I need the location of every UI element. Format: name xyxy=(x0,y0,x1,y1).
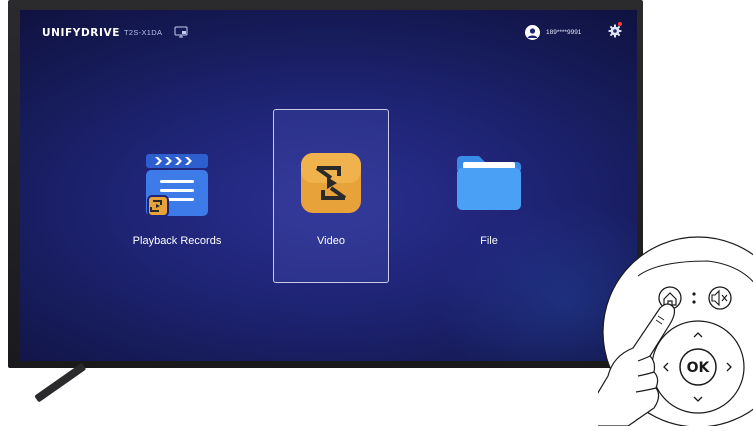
tile-video[interactable]: Video xyxy=(273,109,389,283)
notification-dot xyxy=(618,22,622,26)
playback-records-icon xyxy=(146,154,208,217)
remote-control: OK xyxy=(598,236,753,426)
account-phone[interactable]: 189****9991 xyxy=(546,29,581,36)
tv-stand xyxy=(34,362,87,403)
video-icon xyxy=(301,153,361,213)
tile-label: File xyxy=(480,235,498,247)
device-model: T2S-X1DA xyxy=(124,28,163,37)
tile-label: Playback Records xyxy=(132,235,222,247)
tv-screen: UNIFYDRIVE T2S-X1DA 189****9991 Playback… xyxy=(20,10,637,361)
tv-frame: UNIFYDRIVE T2S-X1DA 189****9991 Playback… xyxy=(8,0,643,368)
tile-playback-records[interactable]: Playback Records xyxy=(119,110,235,282)
brand-logo: UNIFYDRIVE xyxy=(42,27,121,39)
monitor-icon[interactable] xyxy=(174,26,188,38)
top-bar: UNIFYDRIVE T2S-X1DA 189****9991 xyxy=(20,10,637,50)
user-avatar-icon[interactable] xyxy=(525,25,540,40)
folder-icon xyxy=(457,156,521,210)
mute-icon[interactable] xyxy=(708,286,732,310)
ok-label: OK xyxy=(687,360,711,376)
gear-icon[interactable] xyxy=(608,24,622,38)
tile-file[interactable]: File xyxy=(431,110,547,282)
tile-label: Video xyxy=(317,235,345,247)
